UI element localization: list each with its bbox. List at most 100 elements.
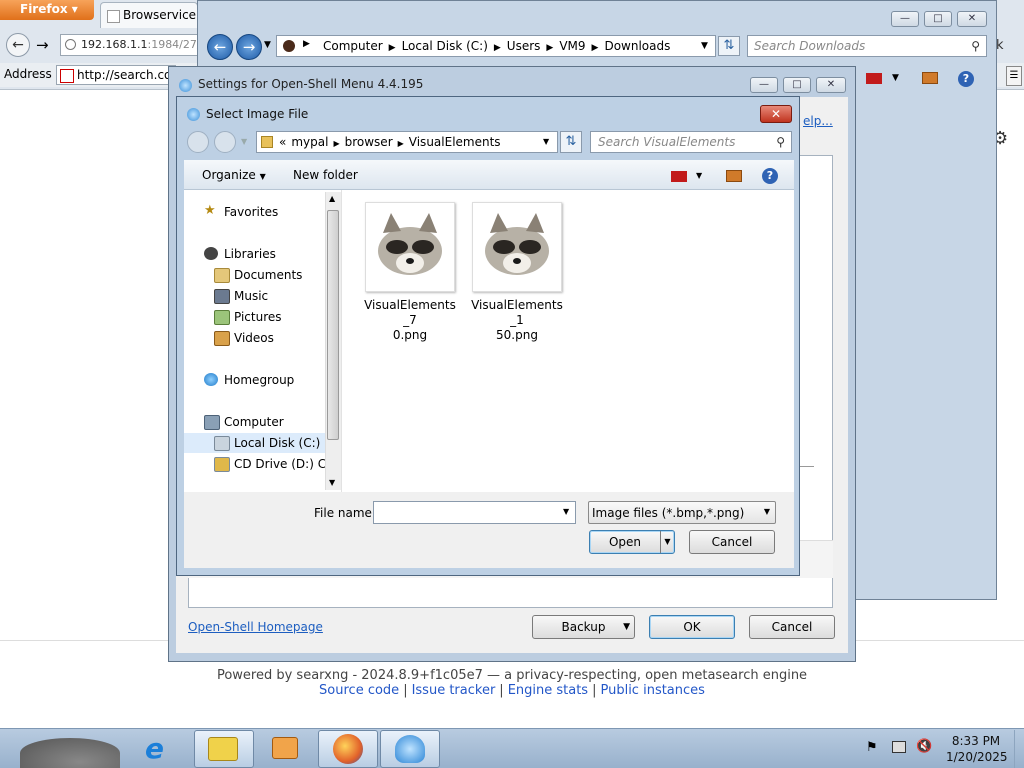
action-center-flag-icon[interactable]: ⚑ — [866, 740, 878, 755]
nav-cd-drive[interactable]: CD Drive (D:) CDI — [184, 454, 325, 474]
refresh-button[interactable]: ⇅ — [718, 36, 740, 56]
back-arrow-icon[interactable] — [187, 131, 209, 153]
nav-music[interactable]: Music — [184, 286, 325, 306]
nav-videos-label: Videos — [234, 331, 274, 345]
preview-pane-icon[interactable] — [726, 170, 742, 182]
new-folder-button[interactable]: New folder — [293, 168, 358, 182]
open-button[interactable]: Open ▼ — [589, 530, 675, 554]
maximize-button[interactable]: □ — [924, 11, 952, 27]
libraries-icon — [204, 247, 218, 260]
downloads-address-bar[interactable]: ▶ Computer ▶ Local Disk (C:) ▶ Users ▶ VM9 ▶ Dow… — [276, 35, 716, 57]
issue-tracker-link[interactable]: Issue tracker — [412, 683, 496, 698]
nav-homegroup[interactable]: Homegroup — [184, 370, 325, 390]
public-instances-link[interactable]: Public instances — [600, 683, 704, 698]
start-button[interactable] — [20, 738, 120, 768]
help-link[interactable]: elp... — [803, 114, 833, 128]
nav-favorites[interactable]: ★ Favorites — [184, 202, 325, 222]
openshell-homepage-link[interactable]: Open-Shell Homepage — [188, 620, 323, 634]
dialog-search-input[interactable]: Search VisualElements ⚲ — [590, 131, 792, 153]
address-field[interactable]: http://search.coll — [56, 65, 176, 85]
close-button[interactable]: ✕ — [957, 11, 987, 27]
dialog-title: Select Image File — [206, 107, 309, 121]
address-dropdown-icon[interactable]: ▼ — [543, 137, 549, 146]
chevron-down-icon: ▼ — [763, 507, 770, 516]
url-bar[interactable]: 192.168.1.1:1984/27/o — [60, 34, 200, 56]
downloads-search-input[interactable]: Search Downloads ⚲ — [747, 35, 987, 57]
minimize-button[interactable]: — — [891, 11, 919, 27]
dialog-refresh-button[interactable]: ⇅ — [560, 131, 582, 153]
show-desktop-button[interactable] — [1014, 730, 1024, 768]
menu-toggle-button[interactable]: ☰ — [1006, 66, 1022, 86]
taskbar-openshell-button[interactable] — [380, 730, 440, 768]
scrollbar-thumb[interactable] — [327, 210, 339, 440]
internet-explorer-icon[interactable]: e — [145, 732, 164, 765]
organize-button[interactable]: Organize ▼ — [202, 168, 266, 182]
browser-tab[interactable]: Browservice — [100, 2, 198, 28]
source-code-link[interactable]: Source code — [319, 683, 399, 698]
view-dropdown-icon[interactable]: ▼ — [696, 171, 702, 180]
nav-computer[interactable]: Computer — [184, 412, 325, 432]
taskbar-media-button[interactable] — [256, 730, 314, 766]
help-icon[interactable]: ? — [762, 168, 778, 184]
dialog-address-bar[interactable]: «mypal ▶ browser ▶ VisualElements ▼ — [256, 131, 558, 153]
forward-arrow-icon[interactable] — [214, 131, 236, 153]
recent-pages-chevron-icon[interactable]: ▼ — [264, 40, 271, 50]
file-name-dropdown-icon[interactable]: ▼ — [563, 507, 569, 516]
tray-clock[interactable]: 8:33 PM 1/20/2025 — [946, 733, 1008, 765]
file-name-label: File name: — [314, 506, 376, 520]
breadcrumb-local-disk[interactable]: Local Disk (C:) — [396, 39, 494, 53]
taskbar-explorer-button[interactable] — [194, 730, 254, 768]
file-item[interactable]: VisualElements_1 50.png — [469, 202, 565, 342]
breadcrumb-separator-icon: ▶ — [397, 139, 404, 148]
file-name-line1: VisualElements_1 — [471, 298, 563, 327]
dialog-close-button[interactable]: ✕ — [760, 105, 792, 123]
breadcrumb-mypal[interactable]: mypal — [286, 135, 333, 149]
forward-arrow-icon[interactable]: → — [236, 34, 262, 60]
firefox-menu-button[interactable]: Firefox ▾ — [0, 0, 94, 20]
nav-documents[interactable]: Documents — [184, 265, 325, 285]
recent-pages-chevron-icon[interactable]: ▼ — [241, 137, 247, 146]
tab-title: Browservice — [123, 8, 197, 22]
page-icon — [107, 10, 120, 23]
taskbar-firefox-button[interactable] — [318, 730, 378, 768]
breadcrumb-vm9[interactable]: VM9 — [553, 39, 591, 53]
preview-pane-icon[interactable] — [922, 72, 938, 84]
breadcrumb-users[interactable]: Users — [501, 39, 547, 53]
pictures-icon — [214, 310, 230, 325]
scroll-down-icon[interactable]: ▼ — [329, 478, 335, 487]
openshell-close-button[interactable]: ✕ — [816, 77, 846, 93]
openshell-cancel-button[interactable]: Cancel — [749, 615, 835, 639]
downloads-search-placeholder: Search Downloads — [754, 39, 866, 53]
network-icon[interactable] — [892, 741, 906, 753]
nav-local-disk[interactable]: Local Disk (C:) — [184, 433, 325, 453]
ok-button[interactable]: OK — [649, 615, 735, 639]
nav-videos[interactable]: Videos — [184, 328, 325, 348]
breadcrumb-downloads[interactable]: Downloads — [598, 39, 676, 53]
open-dropdown-icon[interactable]: ▼ — [660, 531, 674, 553]
nav-libraries[interactable]: Libraries — [184, 244, 325, 264]
volume-muted-icon[interactable]: 🔇 — [916, 739, 932, 754]
back-button[interactable]: ← — [6, 33, 30, 57]
chevron-down-icon: ▼ — [259, 172, 266, 181]
forward-button[interactable]: → — [36, 36, 49, 54]
view-options-icon[interactable] — [671, 171, 687, 182]
breadcrumb-computer[interactable]: Computer — [317, 39, 389, 53]
media-player-icon — [272, 737, 298, 759]
address-dropdown-icon[interactable]: ▼ — [701, 41, 708, 51]
help-icon[interactable]: ? — [958, 71, 974, 87]
back-arrow-icon[interactable]: ← — [207, 34, 233, 60]
backup-button[interactable]: Backup ▼ — [532, 615, 635, 639]
openshell-maximize-button[interactable]: □ — [783, 77, 811, 93]
dialog-cancel-button[interactable]: Cancel — [689, 530, 775, 554]
view-dropdown-icon[interactable]: ▼ — [892, 73, 899, 83]
engine-stats-link[interactable]: Engine stats — [508, 683, 588, 698]
scroll-up-icon[interactable]: ▲ — [329, 194, 335, 203]
breadcrumb-browser[interactable]: browser — [340, 135, 398, 149]
openshell-minimize-button[interactable]: — — [750, 77, 778, 93]
file-type-select[interactable]: Image files (*.bmp,*.png) ▼ — [588, 501, 776, 524]
breadcrumb-visualelements[interactable]: VisualElements — [404, 135, 506, 149]
file-name-input[interactable] — [373, 501, 576, 524]
file-item[interactable]: VisualElements_7 0.png — [362, 202, 458, 342]
view-options-icon[interactable] — [866, 73, 882, 84]
nav-pictures[interactable]: Pictures — [184, 307, 325, 327]
